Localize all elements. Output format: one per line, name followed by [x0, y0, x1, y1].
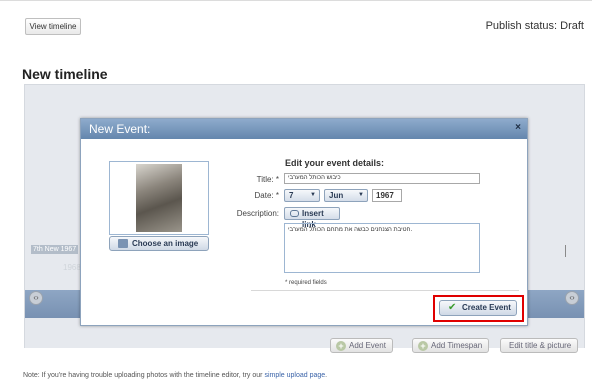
add-timespan-button[interactable]: + Add Timespan — [412, 338, 490, 353]
plus-icon: + — [418, 341, 428, 351]
day-select[interactable]: 7 ▼ — [284, 189, 320, 202]
plus-icon: + — [336, 341, 346, 351]
new-event-dialog: New Event: × Choose an image Edit your e… — [80, 118, 528, 326]
link-icon — [290, 210, 299, 217]
date-label: Date: * — [254, 191, 279, 200]
view-timeline-button[interactable]: View timeline — [25, 18, 81, 35]
description-label: Description: — [236, 209, 279, 218]
publish-status: Publish status: Draft — [485, 20, 584, 32]
title-label: Title: * — [256, 175, 279, 184]
dialog-title: New Event: — [89, 122, 151, 136]
required-fields-note: * required fields — [285, 280, 327, 286]
insert-link-button[interactable]: Insert link — [284, 207, 340, 229]
create-event-button[interactable]: ✔ Create Event — [439, 300, 517, 316]
month-select[interactable]: Jun ▼ — [324, 189, 368, 202]
upload-note: Note: If you're having trouble uploading… — [23, 372, 327, 379]
edit-title-picture-button[interactable]: Edit title & picture — [500, 338, 579, 353]
image-icon — [118, 239, 128, 248]
timeline-tick — [565, 245, 566, 257]
title-field[interactable]: כיבוש הכותל המערבי — [284, 173, 480, 184]
timeline-year-label: 1968 — [63, 263, 81, 272]
note-text: Note: If you're having trouble uploading… — [23, 372, 263, 379]
simple-upload-link[interactable]: simple upload page — [264, 372, 325, 379]
add-event-button[interactable]: + Add Event — [330, 338, 393, 353]
add-event-label: Add Event — [349, 341, 386, 350]
note-end: . — [325, 372, 328, 379]
dialog-footer-divider — [251, 290, 519, 291]
chevron-down-icon: ▼ — [358, 192, 364, 198]
top-divider — [0, 0, 592, 1]
event-image-frame — [109, 161, 209, 235]
edit-details-heading: Edit your event details: — [285, 158, 385, 168]
add-timespan-label: Add Timespan — [431, 341, 483, 350]
month-value: Jun — [329, 191, 344, 200]
chevron-down-icon: ▼ — [310, 192, 316, 198]
year-field[interactable]: 1967 — [372, 189, 402, 202]
description-field[interactable]: חטיבת הצנחנים כבשה את מתחם הכותל המערבי. — [284, 223, 480, 273]
timeline-date-marker: 7th New 1967 — [31, 245, 79, 254]
checkmark-icon: ✔ — [448, 302, 457, 313]
event-photo — [136, 164, 182, 232]
choose-image-button[interactable]: Choose an image — [109, 236, 209, 251]
create-event-label: Create Event — [462, 303, 511, 312]
choose-image-label: Choose an image — [132, 239, 199, 248]
close-icon[interactable]: × — [515, 122, 521, 133]
scroll-left-icon[interactable]: ‹› — [29, 291, 43, 305]
dialog-header: New Event: × — [81, 119, 527, 139]
top-bar: View timeline Publish status: Draft — [0, 0, 592, 42]
scroll-right-icon[interactable]: ‹› — [565, 291, 579, 305]
page-title: New timeline — [22, 66, 108, 82]
day-value: 7 — [289, 191, 294, 200]
